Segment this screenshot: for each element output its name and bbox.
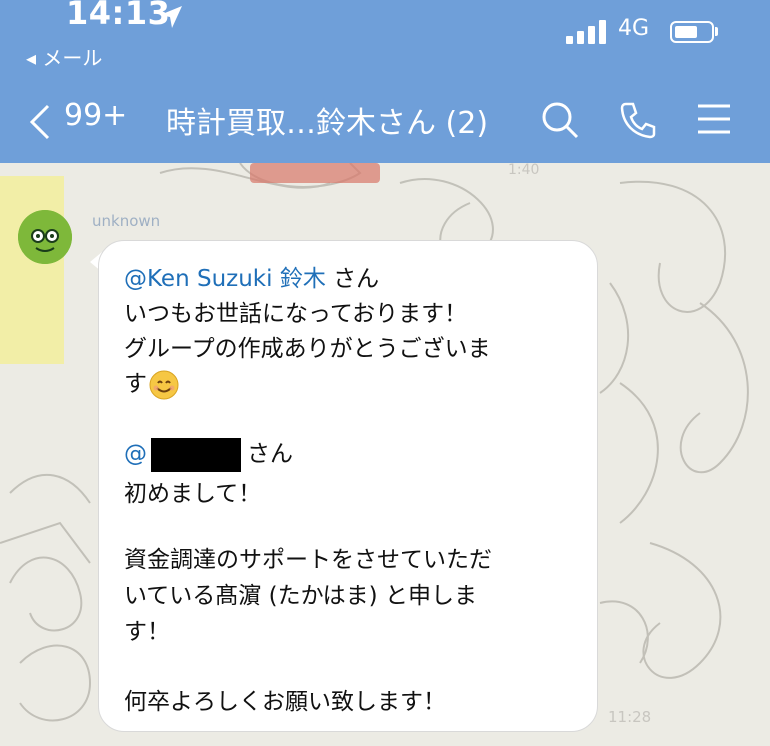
search-icon[interactable] bbox=[540, 100, 580, 140]
smile-emoji-icon bbox=[149, 370, 179, 399]
message-text: す bbox=[124, 371, 147, 397]
battery-cap bbox=[715, 27, 718, 36]
previous-message-time: 1:40 bbox=[508, 162, 540, 178]
location-arrow-icon bbox=[160, 6, 182, 28]
message-text: さん bbox=[247, 441, 293, 467]
sender-name: unknown bbox=[92, 212, 161, 230]
battery-icon bbox=[670, 21, 714, 43]
mention-suffix: さん bbox=[325, 266, 380, 292]
message-line: 資金調達のサポートをさせていただ bbox=[124, 547, 492, 573]
chat-header: 14:13 ◂ メール 4G 99+ 時計買取…鈴木さん (2) bbox=[0, 0, 770, 163]
phone-icon[interactable] bbox=[618, 100, 658, 140]
network-type: 4G bbox=[618, 16, 650, 41]
message-line: 初めまして！ bbox=[124, 481, 262, 507]
message-line: @Ken Suzuki 鈴木 さん bbox=[124, 259, 379, 293]
menu-icon[interactable] bbox=[696, 103, 732, 135]
message-line: グループの作成ありがとうございま bbox=[124, 336, 491, 362]
message-line: いつもお世話になっております！ bbox=[124, 301, 468, 327]
chevron-left-icon[interactable] bbox=[28, 104, 52, 140]
unread-count[interactable]: 99+ bbox=[64, 98, 127, 133]
message-line: す！ bbox=[124, 619, 170, 645]
chat-title[interactable]: 時計買取…鈴木さん (2) bbox=[166, 98, 488, 142]
mention-ken-suzuki[interactable]: @Ken Suzuki 鈴木 bbox=[124, 266, 326, 292]
avatar-face-icon bbox=[18, 210, 72, 264]
message-line: 何卒よろしくお願い致します！ bbox=[124, 689, 446, 715]
message-line: いている髙濵 (たかはま) と申しま bbox=[124, 583, 477, 609]
message-line: す bbox=[124, 364, 179, 400]
status-time: 14:13 bbox=[66, 0, 171, 32]
sender-avatar[interactable] bbox=[18, 210, 72, 264]
back-to-mail-link[interactable]: ◂ メール bbox=[26, 42, 102, 71]
redaction-block bbox=[151, 437, 241, 472]
sticky-note-decoration bbox=[0, 176, 64, 364]
signal-icon bbox=[566, 20, 606, 44]
message-line: @ さん bbox=[124, 434, 293, 472]
message-time: 11:28 bbox=[608, 708, 652, 726]
mention-redacted[interactable]: @ bbox=[124, 441, 147, 467]
